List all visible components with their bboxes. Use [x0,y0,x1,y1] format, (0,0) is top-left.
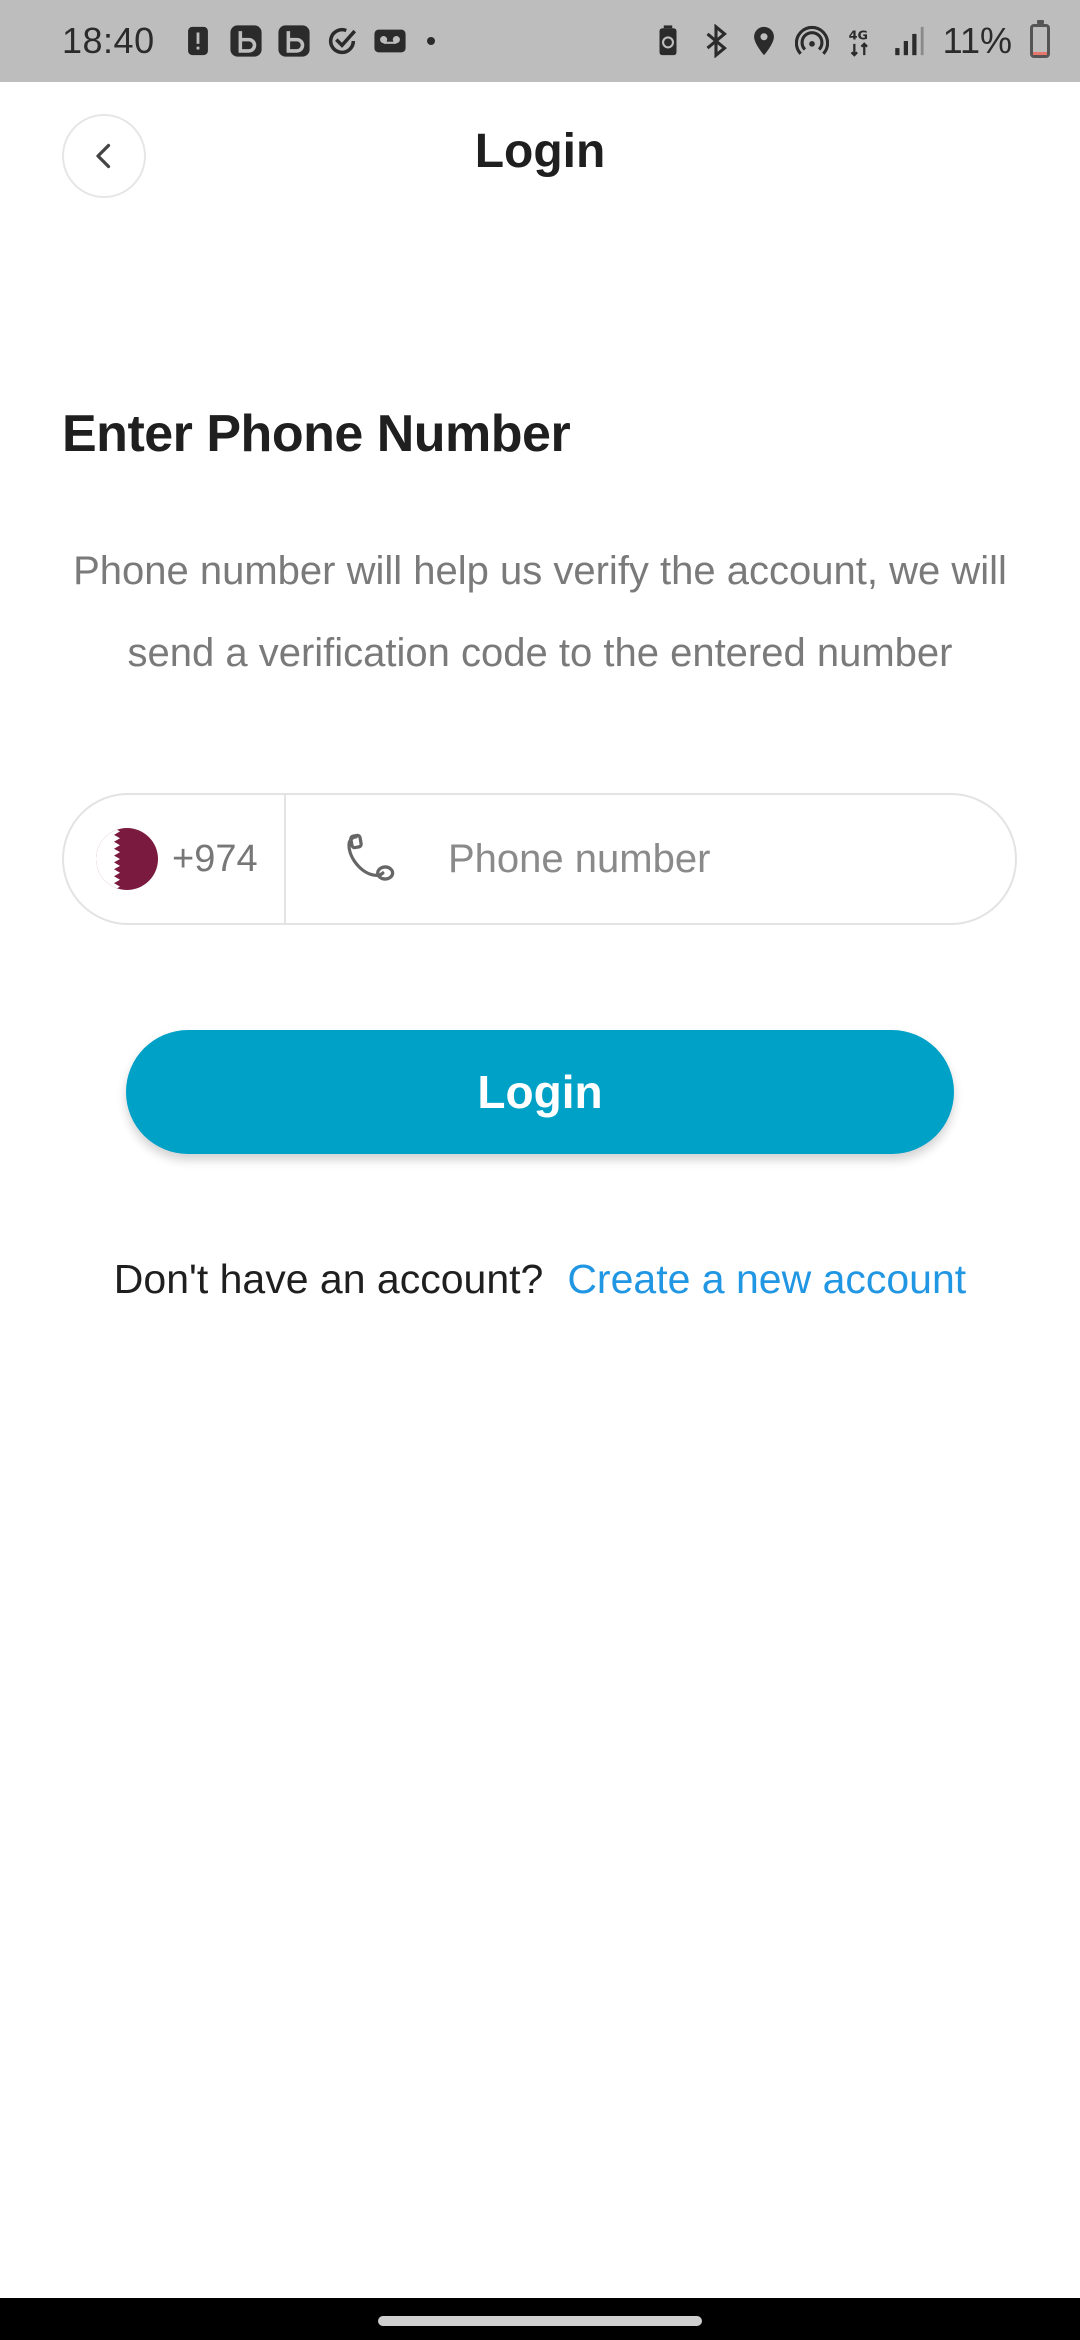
battery-percent: 11% [942,20,1012,61]
b-app-icon [229,24,263,58]
signal-icon [891,24,925,58]
network-4g-icon: 4G [843,24,877,58]
status-bar-right: 4G 11% [651,20,1050,62]
check-circle-icon [325,24,359,58]
qatar-flag-icon [96,828,158,890]
phone-icon [347,833,395,881]
signup-prompt: Don't have an account? [113,1256,544,1302]
svg-text:4G: 4G [848,29,867,44]
home-indicator[interactable] [378,2316,702,2326]
hotspot-icon [794,24,829,58]
signup-row: Don't have an account? Create a new acco… [0,1256,1080,1303]
create-account-link[interactable]: Create a new account [567,1256,966,1303]
voicemail-icon [373,24,407,58]
more-notifications-dot [426,37,435,45]
alert-icon [181,24,215,58]
status-bar-left: 18:40 [62,20,435,62]
page-title: Login [474,125,606,178]
location-icon [747,24,781,58]
phone-field: +974 [62,793,1017,925]
country-code-selector[interactable]: +974 [64,795,286,923]
battery-fill [1033,51,1047,55]
battery-icon [1030,20,1050,58]
status-time: 18:40 [62,20,155,61]
login-button[interactable]: Login [126,1030,954,1154]
section-heading: Enter Phone Number [62,405,571,463]
bluetooth-icon [699,24,733,58]
description-text: Phone number will help us verify the acc… [73,549,1007,675]
status-bar: 18:40 4G 11% [0,0,1080,82]
phone-number-input[interactable] [448,836,968,882]
battery-saver-icon [651,24,685,58]
b-app-icon [277,24,311,58]
dial-code: +974 [172,837,258,880]
